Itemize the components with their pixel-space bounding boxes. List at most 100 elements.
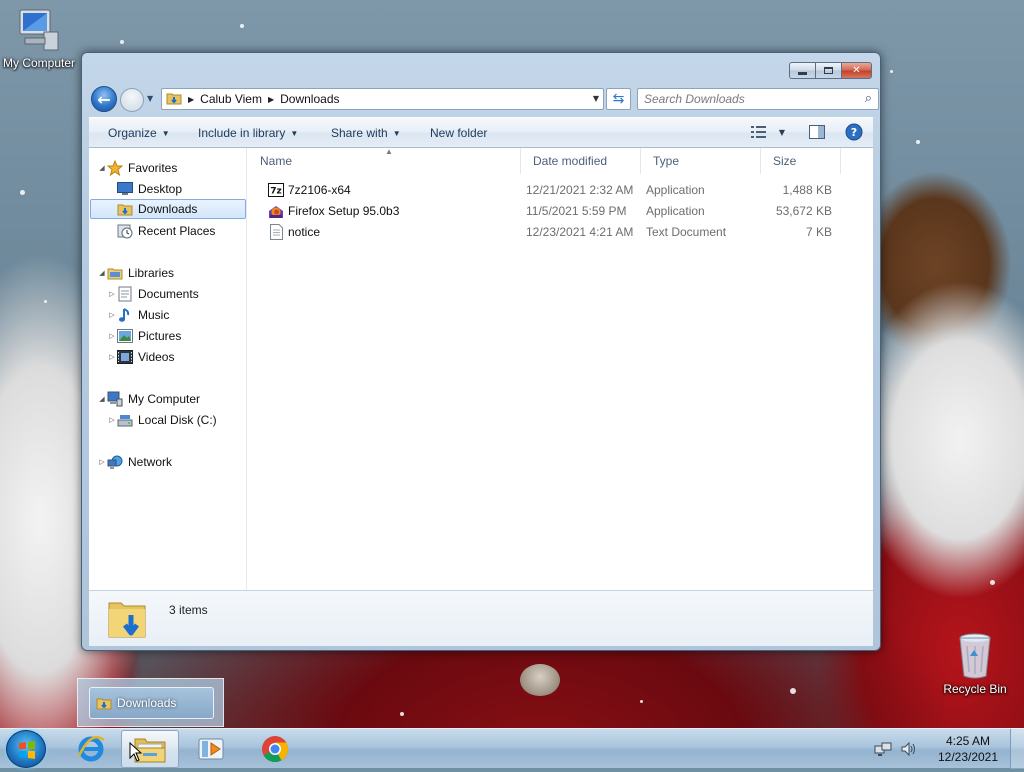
search-input[interactable] [641, 89, 851, 109]
file-row[interactable]: 7z 7z2106-x64 12/21/2021 2:32 AM Applica… [260, 180, 850, 200]
collapsed-arrow-icon[interactable]: ▷ [107, 290, 117, 298]
address-dropdown-icon[interactable]: ▼ [593, 94, 599, 103]
collapsed-arrow-icon[interactable]: ▷ [107, 416, 117, 424]
breadcrumb-separator-icon[interactable]: ▶ [268, 95, 274, 104]
taskbar-thumbnail[interactable]: Downloads [77, 678, 224, 727]
nav-label: Music [138, 308, 170, 322]
expanded-arrow-icon[interactable]: ◢ [97, 269, 107, 277]
nav-item-desktop[interactable]: Desktop [117, 179, 182, 199]
downloads-folder-icon [96, 695, 112, 711]
nav-item-recent-places[interactable]: Recent Places [117, 221, 215, 241]
taskbar-internet-explorer[interactable] [62, 730, 120, 768]
firefox-installer-icon [268, 203, 284, 219]
nav-item-local-disk[interactable]: ▷ Local Disk (C:) [107, 410, 217, 430]
expanded-arrow-icon[interactable]: ◢ [97, 164, 107, 172]
start-button[interactable] [6, 730, 46, 768]
chevron-down-icon: ▼ [392, 129, 401, 138]
recent-pages-button[interactable]: ▼ [147, 94, 153, 103]
taskbar-chrome[interactable] [246, 730, 304, 768]
file-row[interactable]: notice 12/23/2021 4:21 AM Text Document … [260, 222, 850, 242]
collapsed-arrow-icon[interactable]: ▷ [107, 311, 117, 319]
desktop-icon-my-computer[interactable]: My Computer [0, 8, 78, 70]
nav-label: Local Disk (C:) [138, 413, 217, 427]
refresh-button[interactable]: ⇆ [606, 88, 631, 110]
media-player-icon [198, 738, 224, 760]
show-desktop-button[interactable] [1010, 729, 1024, 769]
taskbar-media-player[interactable] [182, 730, 240, 768]
file-type: Application [646, 204, 705, 218]
desktop-icon-label: Recycle Bin [943, 682, 1007, 696]
new-folder-button[interactable]: New folder [430, 126, 487, 140]
preview-pane-button[interactable] [809, 125, 825, 139]
include-in-library-button[interactable]: Include in library ▼ [198, 126, 298, 140]
column-header-date-modified[interactable]: Date modified [521, 148, 641, 174]
music-icon [117, 307, 133, 323]
column-header-size[interactable]: Size [761, 148, 841, 174]
nav-label: Downloads [138, 202, 198, 216]
address-bar[interactable]: ▶ Calub Viem ▶ Downloads ▼ [161, 88, 604, 110]
volume-icon[interactable] [900, 741, 918, 757]
expanded-arrow-icon[interactable]: ◢ [97, 395, 107, 403]
file-name-cell[interactable]: notice [268, 224, 320, 240]
file-list[interactable]: Name ▲ Date modified Type Size 7z 7z2106… [248, 147, 873, 590]
nav-item-network[interactable]: ▷ Network [97, 452, 172, 472]
file-row[interactable]: Firefox Setup 95.0b3 11/5/2021 5:59 PM A… [260, 201, 850, 221]
chevron-down-icon: ▼ [161, 129, 170, 138]
file-size: 53,672 KB [775, 204, 832, 218]
collapsed-arrow-icon[interactable]: ▷ [107, 332, 117, 340]
minimize-button[interactable] [789, 62, 815, 79]
share-with-button[interactable]: Share with ▼ [331, 126, 401, 140]
nav-item-favorites[interactable]: ◢ Favorites [97, 158, 177, 178]
nav-item-libraries[interactable]: ◢ Libraries [97, 263, 174, 283]
explorer-window[interactable]: ✕ ← ▼ ▶ Calub Viem ▶ Downloads ▼ ⇆ ⌕ Org… [81, 52, 881, 651]
windows-logo-icon [19, 741, 35, 759]
organize-button[interactable]: Organize ▼ [108, 126, 170, 140]
7zip-icon: 7z [268, 182, 284, 198]
svg-text:?: ? [851, 126, 857, 139]
chevron-down-icon[interactable]: ▼ [779, 128, 785, 137]
nav-item-videos[interactable]: ▷ Videos [107, 347, 174, 367]
clock-time: 4:25 AM [945, 734, 991, 748]
nav-item-downloads[interactable]: Downloads [90, 199, 246, 219]
taskbar: 4:25 AM 12/23/2021 [0, 728, 1024, 769]
nav-label: Videos [138, 350, 175, 364]
file-name-cell[interactable]: Firefox Setup 95.0b3 [268, 203, 399, 219]
nav-label: Libraries [128, 266, 175, 280]
clock[interactable]: 4:25 AM 12/23/2021 [926, 733, 1010, 765]
organize-label: Organize [108, 126, 157, 140]
search-icon[interactable]: ⌕ [865, 91, 872, 106]
file-name-cell[interactable]: 7z 7z2106-x64 [268, 182, 351, 198]
network-status-icon[interactable] [874, 741, 892, 757]
nav-item-my-computer[interactable]: ◢ My Computer [97, 389, 200, 409]
breadcrumb-separator-icon[interactable]: ▶ [188, 95, 194, 104]
maximize-icon [824, 67, 833, 74]
downloads-folder-large-icon [107, 595, 147, 644]
forward-button[interactable] [120, 88, 144, 112]
column-header-type[interactable]: Type [641, 148, 761, 174]
nav-item-music[interactable]: ▷ Music [107, 305, 169, 325]
file-date: 11/5/2021 5:59 PM [526, 204, 627, 218]
videos-icon [117, 349, 133, 365]
file-date: 12/23/2021 4:21 AM [526, 225, 634, 239]
collapsed-arrow-icon[interactable]: ▷ [107, 353, 117, 361]
breadcrumb-user[interactable]: Calub Viem [200, 92, 262, 106]
change-view-button[interactable]: ▼ [750, 126, 785, 138]
thumbnail-downloads-button[interactable]: Downloads [89, 687, 214, 719]
folder-downloads-icon [166, 90, 182, 109]
back-button[interactable]: ← [91, 86, 117, 112]
downloads-folder-icon [117, 201, 133, 217]
maximize-button[interactable] [815, 62, 841, 79]
file-type: Application [646, 183, 705, 197]
search-box[interactable]: ⌕ [637, 88, 879, 110]
close-button[interactable]: ✕ [841, 62, 872, 79]
recent-places-icon [117, 223, 133, 239]
breadcrumb-downloads[interactable]: Downloads [280, 92, 339, 106]
nav-item-pictures[interactable]: ▷ Pictures [107, 326, 181, 346]
nav-item-documents[interactable]: ▷ Documents [107, 284, 199, 304]
back-arrow-icon: ← [97, 89, 111, 109]
help-button[interactable]: ? [845, 123, 863, 141]
collapsed-arrow-icon[interactable]: ▷ [97, 458, 107, 466]
file-date: 12/21/2021 2:32 AM [526, 183, 634, 197]
column-header-name[interactable]: Name ▲ [248, 147, 521, 174]
desktop-icon-recycle-bin[interactable]: Recycle Bin [940, 632, 1010, 696]
